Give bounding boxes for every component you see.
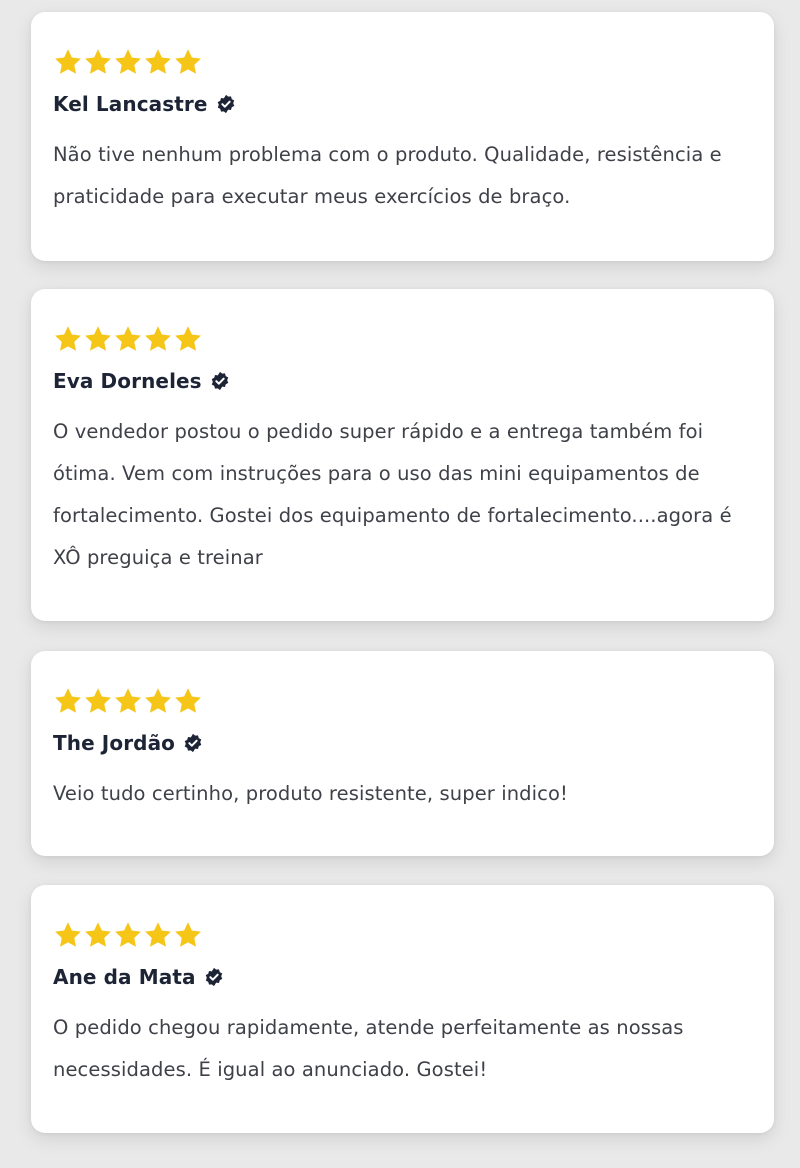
- verified-badge-icon: [210, 371, 230, 391]
- star-icon: [173, 686, 203, 716]
- reviewer-name: The Jordão: [53, 731, 176, 755]
- reviewer-row: The Jordão: [53, 729, 752, 757]
- review-card: Kel Lancastre Não tive nenhum problema c…: [31, 12, 774, 261]
- verified-badge-icon: [183, 733, 203, 753]
- reviewer-name: Kel Lancastre: [53, 92, 208, 116]
- review-card: The Jordão Veio tudo certinho, produto r…: [31, 651, 774, 856]
- verified-badge-icon: [216, 94, 236, 114]
- review-card: Ane da Mata O pedido chegou rapidamente,…: [31, 885, 774, 1133]
- star-icon: [83, 324, 113, 354]
- star-icon: [53, 920, 83, 950]
- star-icon: [173, 324, 203, 354]
- star-icon: [83, 686, 113, 716]
- star-icon: [143, 686, 173, 716]
- star-icon: [173, 47, 203, 77]
- review-card: Eva Dorneles O vendedor postou o pedido …: [31, 289, 774, 621]
- star-icon: [173, 920, 203, 950]
- star-rating: [53, 919, 752, 951]
- star-icon: [53, 686, 83, 716]
- reviewer-name: Eva Dorneles: [53, 369, 202, 393]
- star-icon: [113, 47, 143, 77]
- star-rating: [53, 323, 752, 355]
- star-icon: [83, 47, 113, 77]
- star-icon: [83, 920, 113, 950]
- reviewer-name: Ane da Mata: [53, 965, 196, 989]
- review-text: O vendedor postou o pedido super rápido …: [53, 420, 732, 569]
- star-rating: [53, 685, 752, 717]
- star-icon: [53, 324, 83, 354]
- review-text: O pedido chegou rapidamente, atende perf…: [53, 1016, 684, 1081]
- reviewer-row: Kel Lancastre: [53, 90, 752, 118]
- reviewer-row: Ane da Mata: [53, 963, 752, 991]
- star-icon: [143, 47, 173, 77]
- star-icon: [143, 920, 173, 950]
- reviewer-row: Eva Dorneles: [53, 367, 752, 395]
- star-icon: [113, 920, 143, 950]
- star-rating: [53, 46, 752, 78]
- star-icon: [113, 324, 143, 354]
- review-text: Veio tudo certinho, produto resistente, …: [53, 782, 568, 805]
- review-text: Não tive nenhum problema com o produto. …: [53, 143, 722, 208]
- star-icon: [113, 686, 143, 716]
- star-icon: [53, 47, 83, 77]
- star-icon: [143, 324, 173, 354]
- reviews-list: Kel Lancastre Não tive nenhum problema c…: [0, 0, 800, 1168]
- verified-badge-icon: [204, 967, 224, 987]
